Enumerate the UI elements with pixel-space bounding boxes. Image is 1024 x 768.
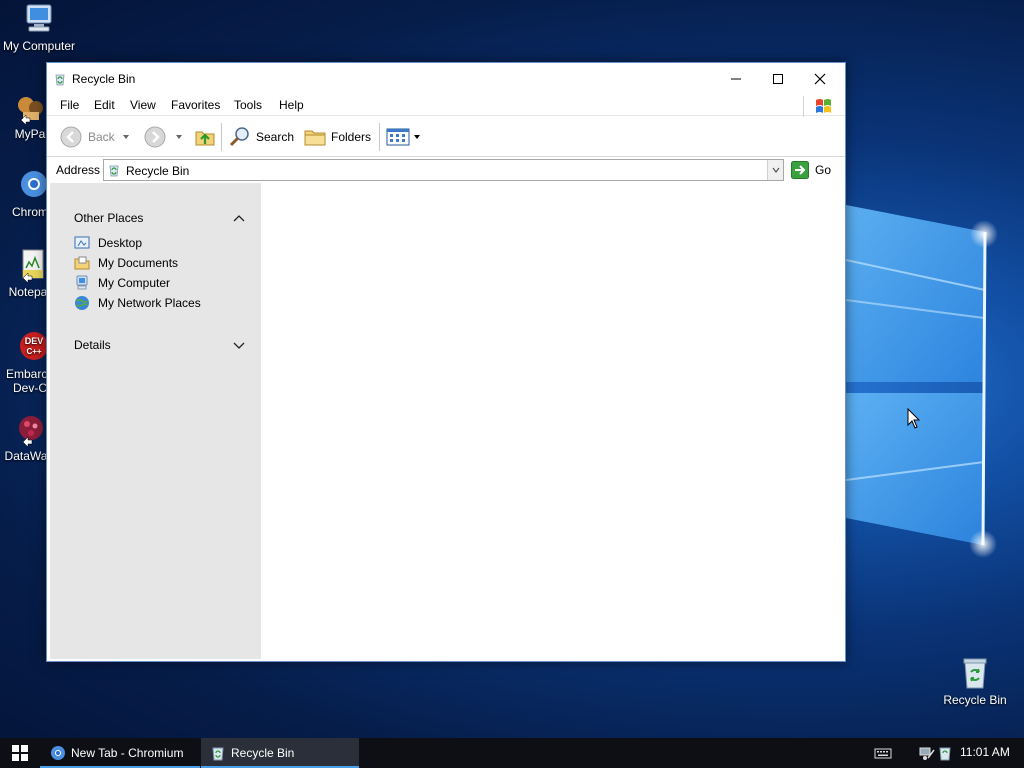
title-bar[interactable]: Recycle Bin (47, 63, 845, 95)
chevron-down-icon[interactable] (232, 338, 246, 352)
folders-label: Folders (331, 130, 372, 144)
desktop-icon-recycle-bin[interactable]: Recycle Bin (935, 656, 1015, 707)
menu-edit[interactable]: Edit (94, 98, 115, 112)
minimize-icon (731, 78, 741, 80)
back-button[interactable]: Back (59, 117, 115, 157)
taskbar-item-recycle-bin[interactable]: Recycle Bin (201, 738, 359, 768)
datawa-icon (9, 412, 43, 448)
toolbar-separator (379, 123, 380, 151)
close-button[interactable] (799, 63, 841, 95)
maximize-button[interactable] (757, 63, 799, 95)
chevron-down-icon (176, 135, 182, 139)
go-label: Go (815, 163, 832, 177)
my-documents-icon (74, 255, 90, 271)
my-computer-icon (74, 275, 90, 291)
recycle-bin-tray-icon[interactable] (937, 744, 953, 762)
forward-button[interactable] (143, 117, 167, 157)
other-places-header[interactable]: Other Places (74, 211, 143, 225)
place-link-desktop[interactable]: Desktop (74, 234, 142, 252)
mypa-icon (13, 90, 47, 126)
menu-tools[interactable]: Tools (234, 98, 262, 112)
toolbar-separator (221, 123, 222, 151)
chromium-icon (13, 168, 47, 202)
address-input[interactable]: Recycle Bin (103, 159, 784, 181)
chromium-icon (51, 746, 65, 760)
menu-favorites[interactable]: Favorites (171, 98, 220, 112)
explorer-window: Recycle Bin File Edit View Favorites Too… (46, 62, 846, 662)
desktop-icon (74, 235, 90, 251)
forward-history-dropdown[interactable] (174, 117, 184, 157)
file-list-area[interactable] (261, 183, 845, 659)
keyboard-icon[interactable] (874, 746, 892, 760)
address-bar: Address Recycle Bin Go (47, 158, 845, 182)
place-link-my-computer[interactable]: My Computer (74, 274, 170, 292)
maximize-icon (773, 74, 783, 84)
notepad-icon (11, 248, 45, 284)
menu-file[interactable]: File (60, 98, 79, 112)
my-computer-icon (22, 2, 56, 36)
views-button[interactable] (386, 117, 422, 157)
address-value: Recycle Bin (126, 164, 190, 178)
recycle-bin-icon (212, 747, 224, 761)
folder-up-icon (195, 131, 215, 146)
window-title: Recycle Bin (72, 72, 136, 86)
views-icon (386, 128, 410, 146)
menu-view[interactable]: View (130, 98, 156, 112)
taskbar: New Tab - Chromium Recycle Bin 11:01 AM (0, 738, 1024, 768)
menu-bar: File Edit View Favorites Tools Help (47, 95, 845, 117)
back-history-dropdown[interactable] (121, 117, 131, 157)
windows-start-icon (12, 745, 28, 761)
chevron-down-icon (414, 135, 420, 139)
svg-text:C++: C++ (26, 347, 41, 356)
folders-button[interactable]: Folders (303, 117, 371, 157)
chevron-down-icon (772, 167, 779, 173)
go-button[interactable]: Go (791, 159, 831, 181)
desktop-icon-my-computer[interactable]: My Computer (0, 2, 79, 53)
tasks-pane: Other Places Desktop My Documents My Com… (50, 183, 261, 659)
search-icon (229, 127, 249, 147)
close-icon (814, 73, 826, 85)
details-header[interactable]: Details (74, 338, 111, 352)
embarcadero-devcpp-icon: DEV C++ (13, 330, 48, 364)
chevron-up-icon[interactable] (232, 211, 246, 225)
back-label: Back (88, 130, 115, 144)
chevron-down-icon (123, 135, 129, 139)
windows-flag-icon (803, 96, 845, 117)
network-tray-icon[interactable] (918, 744, 936, 762)
back-arrow-icon (60, 126, 82, 148)
start-button[interactable] (0, 738, 40, 768)
taskbar-item-chromium[interactable]: New Tab - Chromium (40, 738, 200, 768)
clock[interactable]: 11:01 AM (960, 745, 1010, 759)
menu-help[interactable]: Help (279, 98, 304, 112)
address-label: Address (56, 163, 101, 177)
svg-text:DEV: DEV (25, 336, 44, 346)
network-places-icon (74, 295, 90, 311)
go-arrow-icon (791, 161, 809, 179)
search-button[interactable]: Search (228, 117, 294, 157)
up-folder-button[interactable] (193, 117, 217, 157)
address-dropdown-button[interactable] (767, 160, 783, 180)
place-link-my-network-places[interactable]: My Network Places (74, 294, 201, 312)
recycle-bin-icon (55, 74, 65, 86)
folders-icon (304, 130, 326, 146)
minimize-button[interactable] (715, 63, 757, 95)
forward-arrow-icon (144, 126, 166, 148)
recycle-bin-icon (958, 656, 992, 690)
recycle-bin-icon (109, 165, 119, 177)
search-label: Search (256, 130, 295, 144)
place-link-my-documents[interactable]: My Documents (74, 254, 178, 272)
toolbar: Back Search Folders (47, 117, 845, 157)
mouse-cursor-icon (907, 408, 921, 429)
